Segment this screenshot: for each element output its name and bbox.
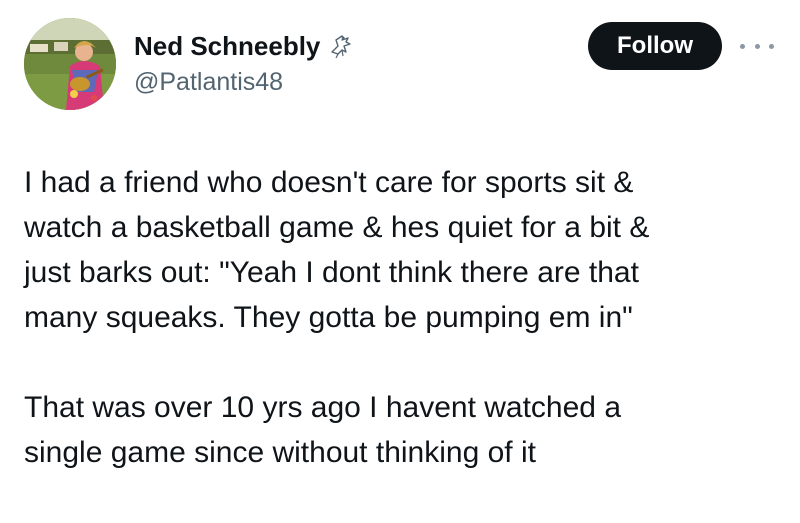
tweet-paragraph: I had a friend who doesn't care for spor…	[24, 166, 650, 334]
avatar[interactable]	[24, 18, 116, 110]
tweet-text: I had a friend who doesn't care for spor…	[24, 160, 784, 475]
user-info: Ned Schneebly @Patlantis48	[134, 28, 354, 97]
more-dot	[769, 43, 774, 49]
more-options-icon[interactable]	[740, 36, 774, 56]
name-row: Ned Schneebly	[134, 28, 354, 64]
tweet-header: Ned Schneebly @Patlantis48 Follow	[24, 18, 784, 114]
follow-button[interactable]: Follow	[588, 22, 722, 70]
more-dot	[754, 43, 760, 49]
user-handle[interactable]: @Patlantis48	[134, 68, 354, 97]
more-dot	[740, 43, 745, 49]
display-name[interactable]: Ned Schneebly	[134, 31, 320, 62]
bird-icon	[331, 35, 352, 59]
avatar-image	[24, 18, 116, 110]
tweet-paragraph: That was over 10 yrs ago I havent watche…	[24, 391, 621, 469]
